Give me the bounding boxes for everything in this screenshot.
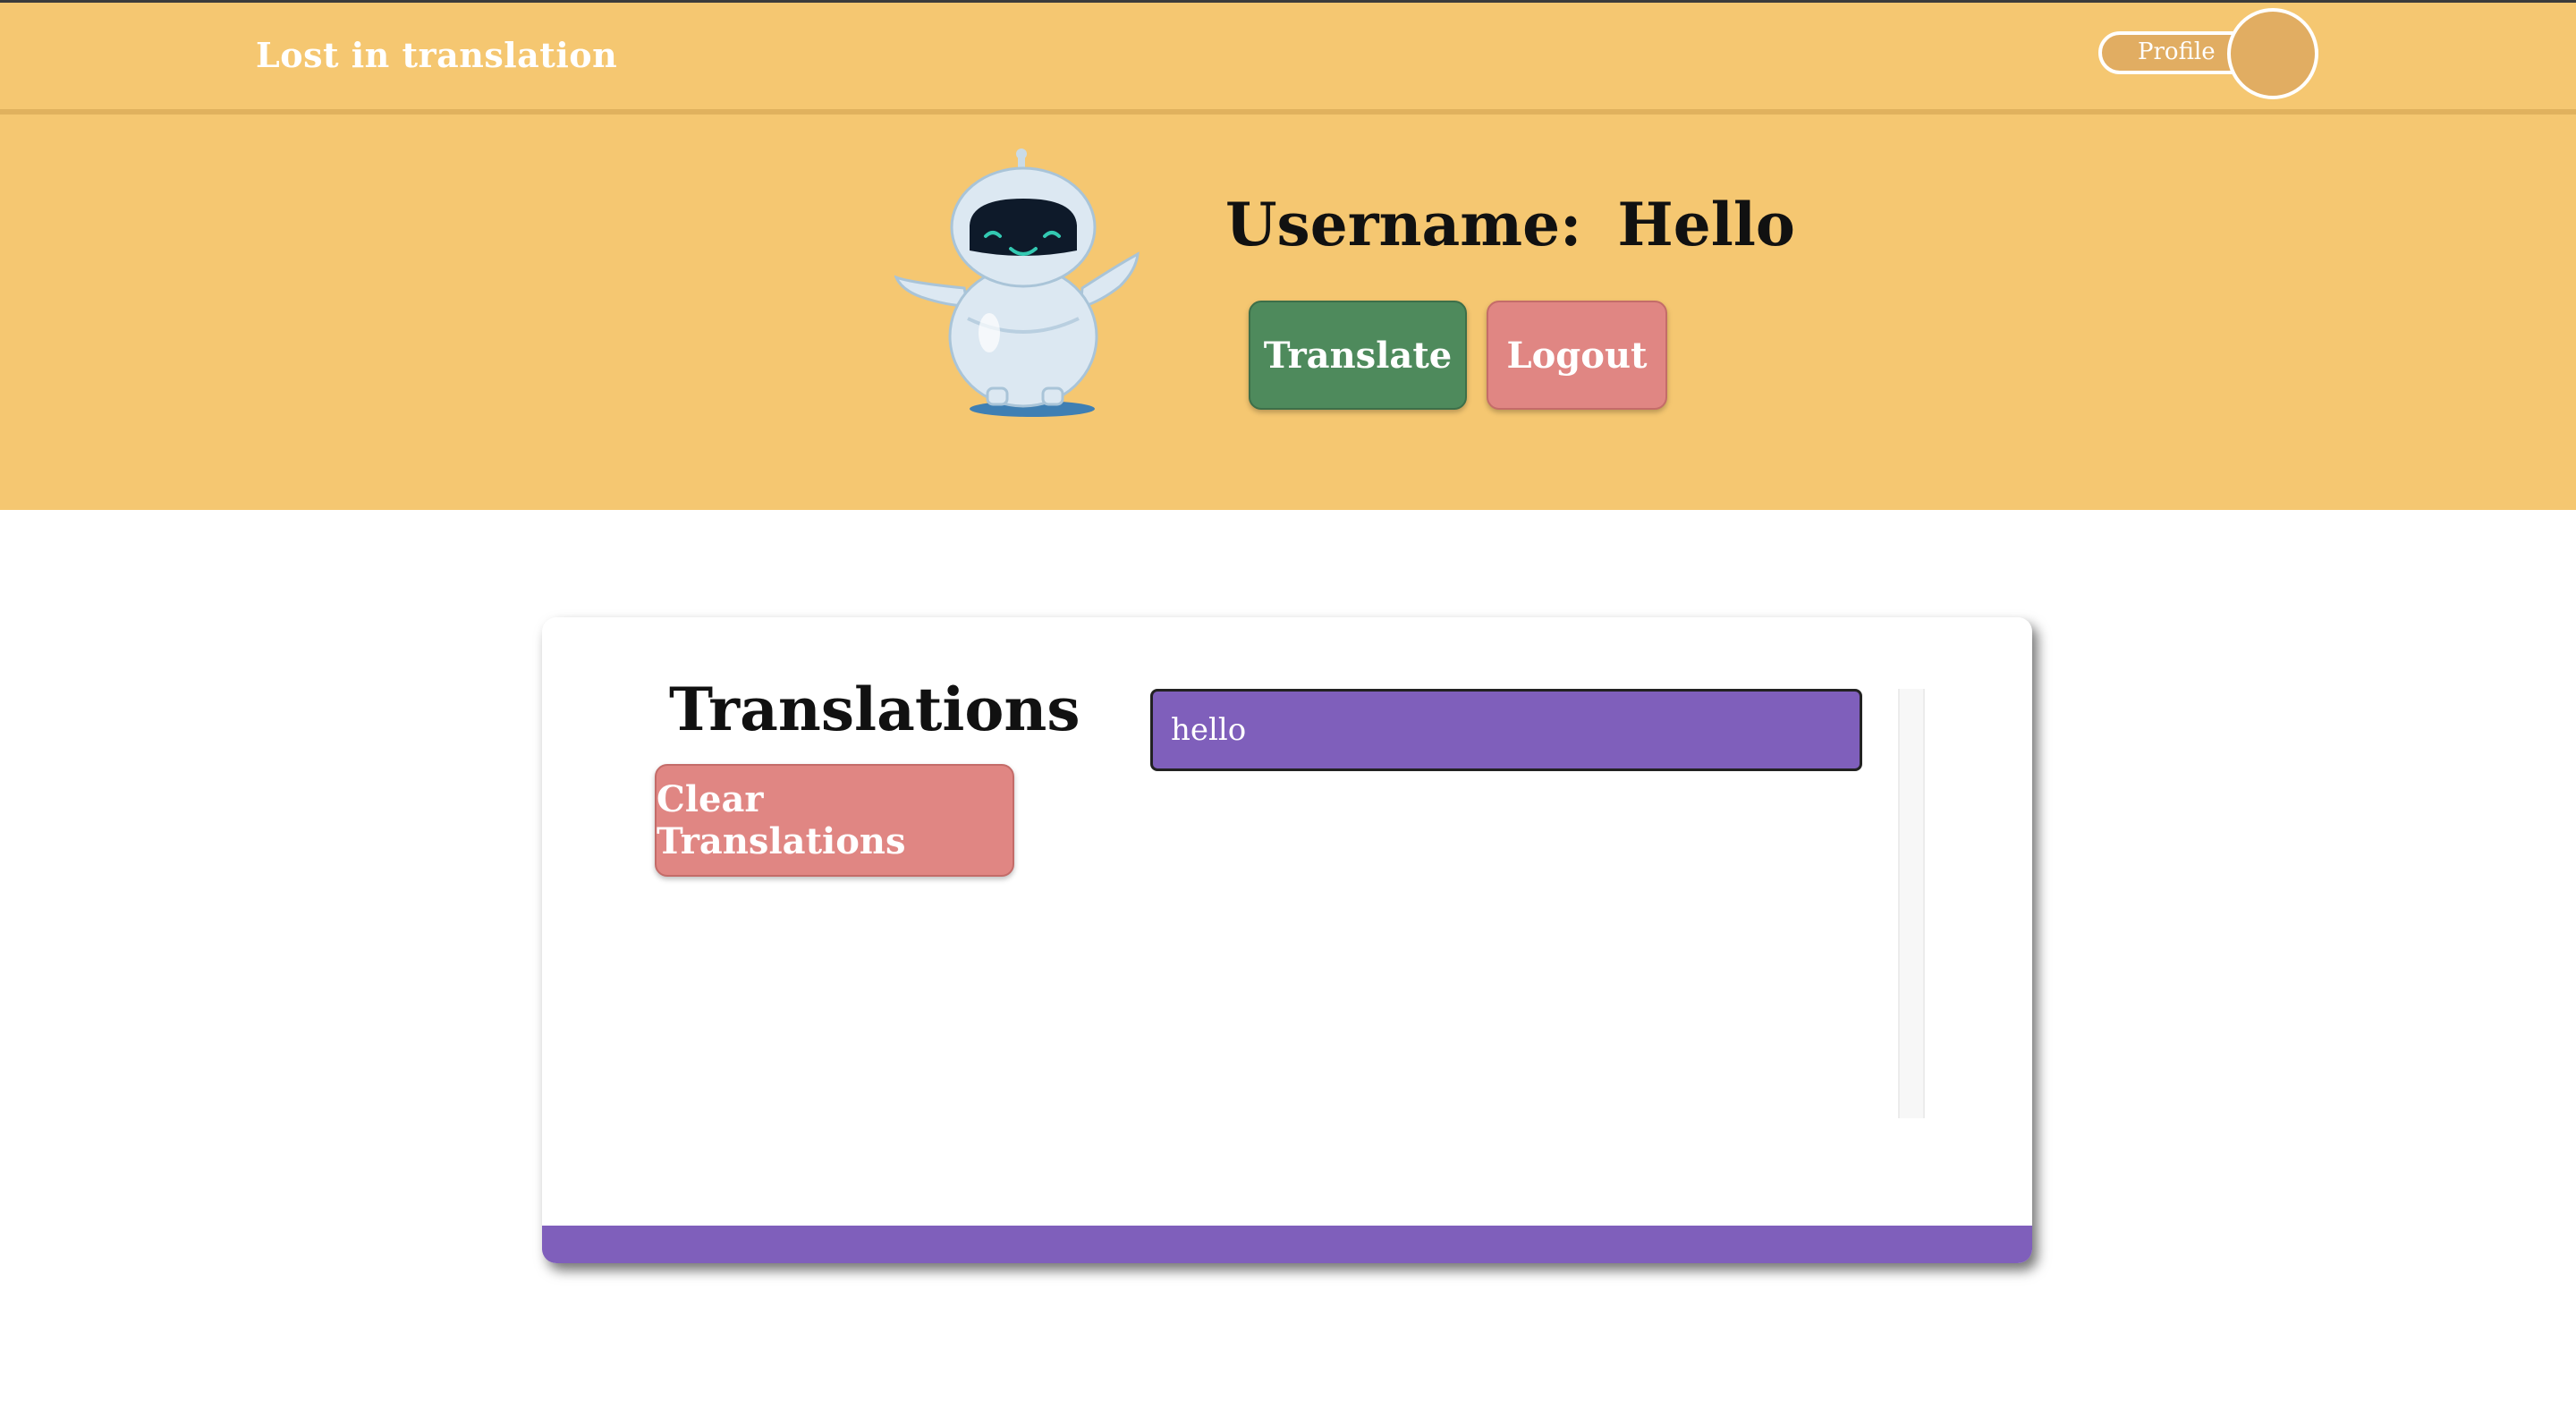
username-display: Username: Hello: [1225, 190, 1795, 259]
translation-item[interactable]: hello: [1150, 689, 1862, 771]
top-navbar: Lost in translation Profile: [0, 0, 2576, 115]
translations-scrollbar[interactable]: [1898, 689, 1925, 1118]
username-label: Username:: [1225, 190, 1582, 259]
brand-title[interactable]: Lost in translation: [256, 35, 617, 75]
robot-mascot-icon: [894, 149, 1140, 417]
translations-card: Translations Clear Translations hello: [542, 617, 2032, 1263]
username-value: Hello: [1617, 190, 1795, 259]
profile-avatar[interactable]: [2227, 8, 2318, 99]
translations-list: hello: [1150, 689, 1877, 1118]
logout-button[interactable]: Logout: [1487, 301, 1667, 410]
translate-button[interactable]: Translate: [1249, 301, 1467, 410]
translations-title: Translations: [669, 675, 1080, 744]
clear-translations-button[interactable]: Clear Translations: [655, 764, 1014, 877]
profile-button-label: Profile: [2138, 38, 2216, 65]
card-footer-bar: [542, 1226, 2032, 1263]
